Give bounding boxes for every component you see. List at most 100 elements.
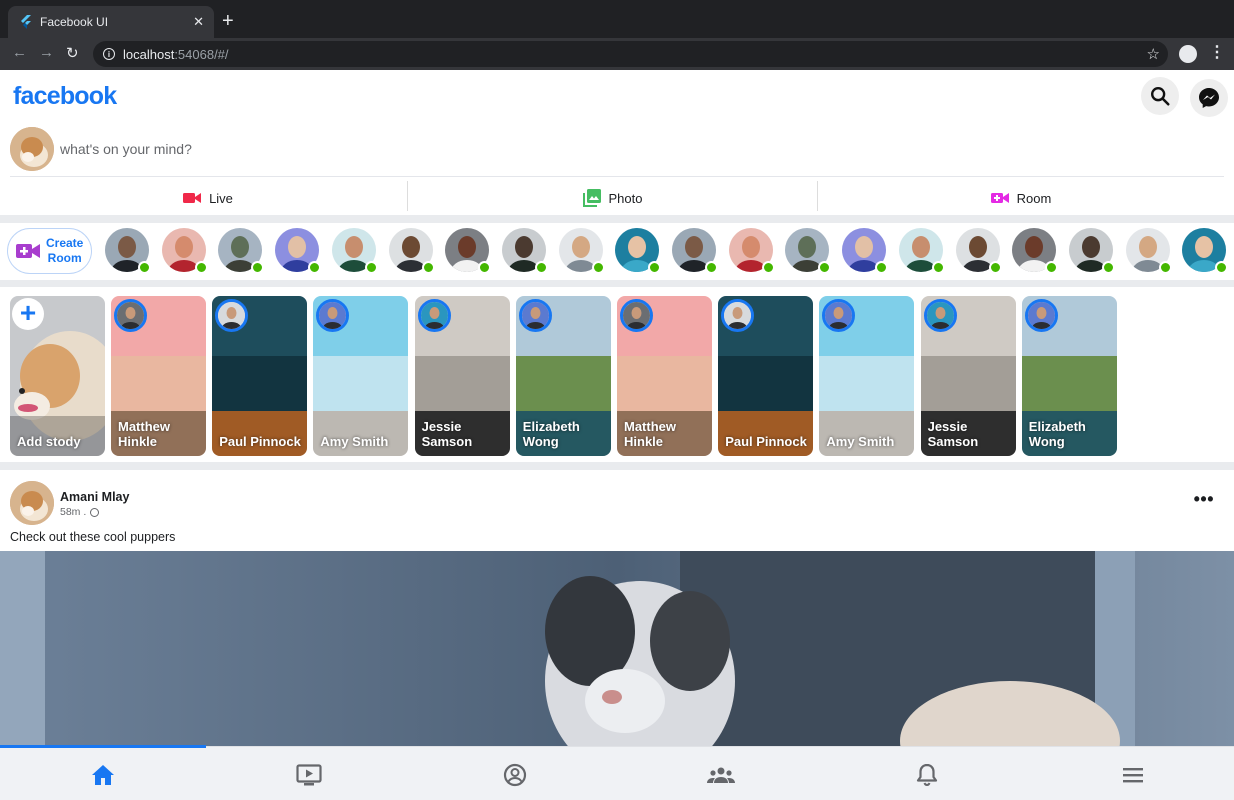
story-author-avatar xyxy=(923,299,957,332)
browser-tab[interactable]: Facebook UI ✕ xyxy=(8,6,214,38)
globe-icon xyxy=(90,507,100,517)
story-author-name: Jessie Samson xyxy=(927,419,979,449)
nav-home[interactable] xyxy=(0,755,206,795)
online-status-dot xyxy=(1158,261,1172,274)
nav-notifications[interactable] xyxy=(824,755,1030,795)
video-call-icon xyxy=(990,193,1009,203)
address-bar[interactable]: i localhost :54068/#/ ☆ xyxy=(93,41,1168,67)
post-meta: 58m . xyxy=(60,506,100,518)
reload-icon[interactable]: ↻ xyxy=(66,44,79,62)
story-card[interactable]: Jessie Samson xyxy=(414,296,510,456)
story-card[interactable]: Elizabeth Wong xyxy=(1021,296,1117,456)
online-status-dot xyxy=(1045,261,1059,274)
story-card[interactable]: Amy Smith xyxy=(819,296,915,456)
online-user-avatar[interactable] xyxy=(501,228,548,274)
search-button[interactable] xyxy=(1141,77,1179,115)
ondemand-video-icon xyxy=(296,764,322,786)
story-author-avatar xyxy=(1024,299,1058,332)
close-tab-icon[interactable]: ✕ xyxy=(193,14,204,30)
story-card[interactable]: Paul Pinnock xyxy=(212,296,308,456)
story-card[interactable]: Matthew Hinkle xyxy=(111,296,206,456)
url-host: localhost xyxy=(123,46,175,62)
more-options-icon[interactable]: ••• xyxy=(1194,489,1214,510)
video-camera-icon xyxy=(183,193,202,203)
online-status-dot xyxy=(1101,261,1115,274)
online-status-dot xyxy=(534,261,548,274)
live-button[interactable]: Live xyxy=(10,182,406,214)
story-card[interactable]: Elizabeth Wong xyxy=(515,296,611,456)
bookmark-star-icon[interactable]: ☆ xyxy=(1147,45,1160,63)
story-card[interactable]: Jessie Samson xyxy=(920,296,1016,456)
groups-icon xyxy=(707,767,735,783)
active-tab-indicator xyxy=(0,745,206,748)
online-status-dot xyxy=(931,261,945,274)
online-user-avatar[interactable] xyxy=(558,228,605,274)
online-user-avatar[interactable] xyxy=(445,228,492,274)
online-user-avatar[interactable] xyxy=(1012,228,1059,274)
story-author-name: Elizabeth Wong xyxy=(522,419,580,449)
facebook-page: facebook what's on your mind? Live Photo… xyxy=(0,70,1234,800)
online-user-avatar[interactable] xyxy=(275,228,322,274)
back-icon[interactable]: ← xyxy=(12,44,27,61)
online-user-avatar[interactable] xyxy=(105,228,151,274)
home-icon xyxy=(92,765,114,785)
online-status-dot xyxy=(421,261,435,274)
photo-button[interactable]: Photo xyxy=(408,182,817,214)
section-divider xyxy=(0,280,1234,287)
online-user-avatar[interactable] xyxy=(672,228,718,274)
online-user-avatar[interactable] xyxy=(1068,228,1115,274)
nav-menu[interactable] xyxy=(1030,755,1234,795)
story-author-avatar xyxy=(518,299,552,332)
online-status-dot xyxy=(648,261,662,274)
online-status-dot xyxy=(1215,261,1229,274)
online-user-avatar[interactable] xyxy=(331,228,378,274)
info-icon[interactable]: i xyxy=(103,48,115,60)
nav-profile[interactable] xyxy=(412,755,618,795)
story-card[interactable]: Matthew Hinkle xyxy=(617,296,712,456)
create-room-button[interactable]: Create Room xyxy=(7,228,92,274)
online-status-dot xyxy=(875,261,889,274)
story-author-name: Elizabeth Wong xyxy=(1028,419,1086,449)
online-user-avatar[interactable] xyxy=(785,228,832,274)
nav-groups[interactable] xyxy=(618,755,824,795)
online-user-avatar[interactable] xyxy=(898,228,945,274)
story-card[interactable]: Amy Smith xyxy=(313,296,409,456)
story-author-name: Matthew Hinkle xyxy=(118,419,170,449)
status-input[interactable]: what's on your mind? xyxy=(60,141,192,157)
post-author-avatar[interactable] xyxy=(10,481,54,525)
online-user-avatar[interactable] xyxy=(388,228,435,274)
story-author-avatar xyxy=(215,299,249,332)
online-user-avatar[interactable] xyxy=(161,228,208,274)
online-user-avatar[interactable] xyxy=(615,228,662,274)
online-user-avatar[interactable] xyxy=(955,228,1002,274)
add-story-plus-icon[interactable]: + xyxy=(12,298,44,330)
room-button[interactable]: Room xyxy=(818,182,1224,214)
section-divider xyxy=(0,462,1234,470)
story-author-avatar xyxy=(721,299,755,332)
online-status-dot xyxy=(308,261,322,274)
add-story-card[interactable]: + Add stody xyxy=(10,296,105,456)
online-user-avatar[interactable] xyxy=(1182,228,1229,274)
browser-menu-icon[interactable]: ⋮ xyxy=(1209,44,1225,62)
online-user-avatar[interactable] xyxy=(218,228,265,274)
online-user-avatar[interactable] xyxy=(728,228,775,274)
story-card[interactable]: Paul Pinnock xyxy=(718,296,814,456)
notifications-icon xyxy=(916,763,938,787)
online-user-avatar[interactable] xyxy=(1125,228,1172,274)
profile-icon[interactable] xyxy=(1179,45,1197,63)
section-divider xyxy=(0,215,1234,223)
post-author-name[interactable]: Amani Mlay xyxy=(60,490,129,504)
online-status-dot xyxy=(761,261,775,274)
online-status-dot xyxy=(364,261,378,274)
forward-icon[interactable]: → xyxy=(39,44,54,61)
user-avatar[interactable] xyxy=(10,127,54,171)
online-user-avatar[interactable] xyxy=(842,228,889,274)
new-tab-button[interactable]: + xyxy=(222,10,234,32)
online-status-dot xyxy=(251,261,265,274)
facebook-logo[interactable]: facebook xyxy=(13,82,117,111)
rooms-bar: Create Room xyxy=(0,223,1234,280)
nav-watch[interactable] xyxy=(206,755,412,795)
online-status-dot xyxy=(478,261,492,274)
menu-icon xyxy=(1123,768,1143,783)
messenger-button[interactable] xyxy=(1190,79,1228,117)
